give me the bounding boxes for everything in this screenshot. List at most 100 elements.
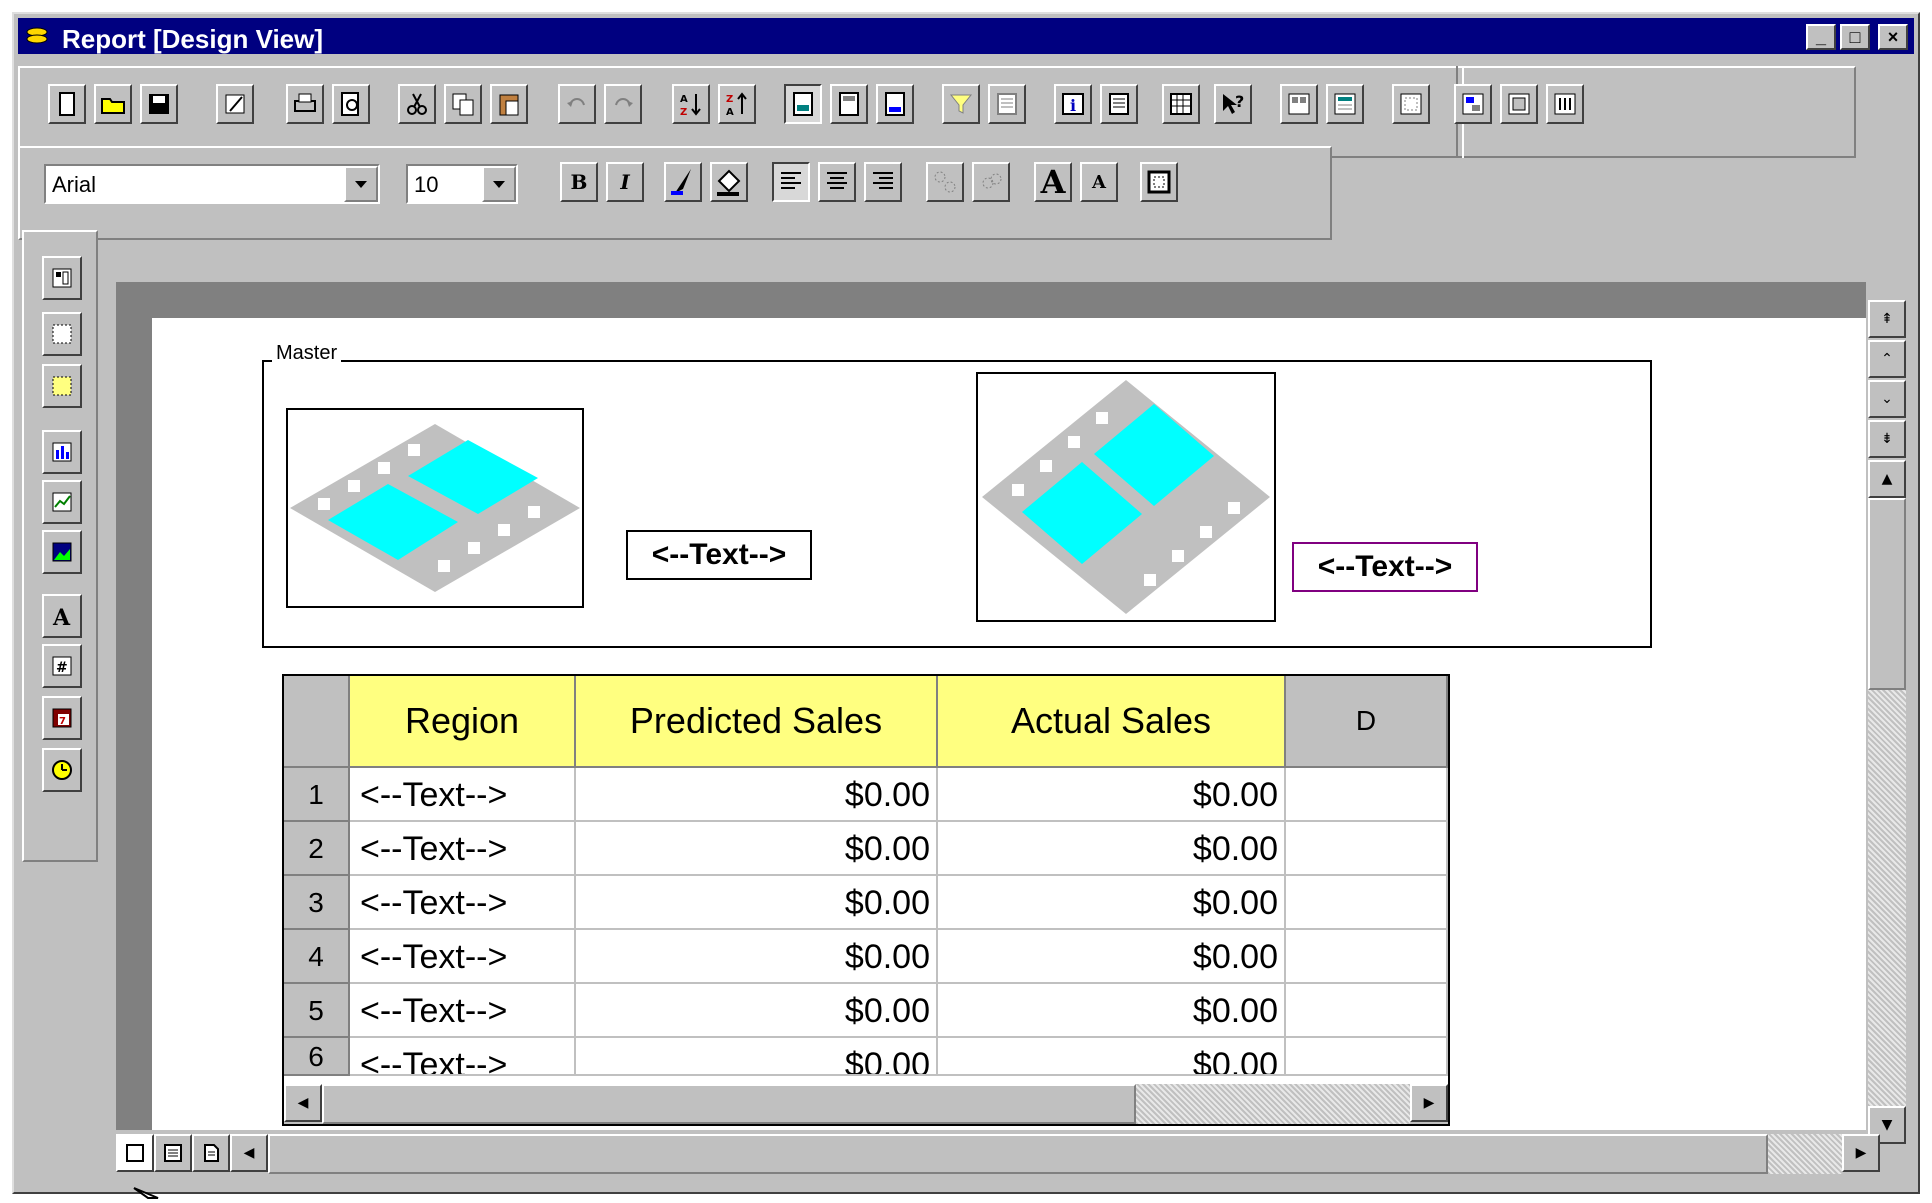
column-header-region[interactable]: Region xyxy=(350,676,576,768)
cell-predicted[interactable]: $0.00 xyxy=(576,1038,938,1076)
scroll-next-page-button[interactable]: ⌄ xyxy=(1868,380,1906,418)
font-name-combo[interactable]: Arial xyxy=(44,164,380,204)
layout-2-button[interactable] xyxy=(1326,84,1364,124)
cell-region[interactable]: <--Text--> xyxy=(350,984,576,1038)
spacing-decrease-button[interactable] xyxy=(972,162,1010,202)
field-list-button[interactable] xyxy=(988,84,1026,124)
cell-actual[interactable]: $0.00 xyxy=(938,768,1286,822)
scroll-left-button[interactable]: ◀ xyxy=(230,1134,268,1172)
text-field-2-selected[interactable]: <--Text--> xyxy=(1292,542,1478,592)
scroll-right-button[interactable]: ▶ xyxy=(1842,1134,1880,1172)
column-header-d[interactable]: D xyxy=(1286,676,1448,768)
layout-3-button[interactable] xyxy=(1392,84,1430,124)
layout-5-button[interactable] xyxy=(1500,84,1538,124)
page-header-button[interactable] xyxy=(830,84,868,124)
print-preview-button[interactable] xyxy=(332,84,370,124)
chevron-down-icon[interactable] xyxy=(482,166,516,202)
cell-d[interactable] xyxy=(1286,1038,1448,1076)
cell-d[interactable] xyxy=(1286,768,1448,822)
scroll-left-button[interactable]: ◀ xyxy=(284,1084,322,1122)
grid-scroll-track[interactable] xyxy=(1136,1084,1410,1124)
filter-button[interactable] xyxy=(942,84,980,124)
grid-hscrollbar[interactable]: ◀ ▶ xyxy=(284,1084,1448,1124)
scroll-right-button[interactable]: ▶ xyxy=(1410,1084,1448,1122)
design-view-button[interactable] xyxy=(116,1134,154,1172)
column-header-actual-sales[interactable]: Actual Sales xyxy=(938,676,1286,768)
picture-tool-button[interactable] xyxy=(42,530,82,574)
font-size-combo[interactable]: 10 xyxy=(406,164,518,204)
page-footer-button[interactable] xyxy=(876,84,914,124)
cell-predicted[interactable]: $0.00 xyxy=(576,768,938,822)
cell-d[interactable] xyxy=(1286,822,1448,876)
align-center-button[interactable] xyxy=(818,162,856,202)
layout-4-button[interactable] xyxy=(1454,84,1492,124)
cell-actual[interactable]: $0.00 xyxy=(938,930,1286,984)
row-header[interactable]: 6 xyxy=(284,1038,350,1076)
cell-actual[interactable]: $0.00 xyxy=(938,984,1286,1038)
help-button[interactable]: ? xyxy=(1214,84,1252,124)
cell-d[interactable] xyxy=(1286,876,1448,930)
redo-button[interactable] xyxy=(604,84,642,124)
horizontal-scroll-track[interactable] xyxy=(1768,1134,1842,1174)
maximize-button[interactable]: □ xyxy=(1840,24,1870,50)
layout-1-button[interactable] xyxy=(1280,84,1318,124)
chevron-down-icon[interactable] xyxy=(344,166,378,202)
align-left-button[interactable] xyxy=(772,162,810,202)
row-header[interactable]: 1 xyxy=(284,768,350,822)
close-button[interactable]: × xyxy=(1878,24,1908,50)
cell-predicted[interactable]: $0.00 xyxy=(576,822,938,876)
row-header[interactable]: 3 xyxy=(284,876,350,930)
cell-predicted[interactable]: $0.00 xyxy=(576,876,938,930)
font-color-button[interactable] xyxy=(664,162,702,202)
cell-region[interactable]: <--Text--> xyxy=(350,822,576,876)
line-chart-tool-button[interactable] xyxy=(42,480,82,524)
open-button[interactable] xyxy=(94,84,132,124)
cell-actual[interactable]: $0.00 xyxy=(938,1038,1286,1076)
bold-button[interactable]: B xyxy=(560,162,598,202)
print-button[interactable] xyxy=(286,84,324,124)
scroll-up-button[interactable]: ▲ xyxy=(1868,460,1906,498)
shrink-font-button[interactable]: A xyxy=(1080,162,1118,202)
row-header[interactable]: 2 xyxy=(284,822,350,876)
cell-region[interactable]: <--Text--> xyxy=(350,876,576,930)
date-field-tool-button[interactable]: 7 xyxy=(42,696,82,740)
vertical-scrollbar[interactable]: ⇞ ⌃ ⌄ ⇟ ▲ ▼ xyxy=(1866,280,1906,1146)
row-header[interactable]: 5 xyxy=(284,984,350,1038)
number-field-tool-button[interactable]: # xyxy=(42,644,82,688)
bottom-scrollbar[interactable]: ◀ ▶ xyxy=(116,1134,1880,1174)
grow-font-button[interactable]: A xyxy=(1034,162,1072,202)
title-bar[interactable]: Report [Design View] _ □ × xyxy=(18,18,1914,54)
copy-button[interactable] xyxy=(444,84,482,124)
text-tool-button[interactable]: A xyxy=(42,594,82,638)
undo-button[interactable] xyxy=(558,84,596,124)
wizard-button[interactable] xyxy=(216,84,254,124)
report-header-button[interactable] xyxy=(784,84,822,124)
bar-chart-tool-button[interactable] xyxy=(42,430,82,474)
grid-button[interactable] xyxy=(1162,84,1200,124)
cell-actual[interactable]: $0.00 xyxy=(938,822,1286,876)
object-list-button[interactable] xyxy=(1100,84,1138,124)
group-tool-button[interactable] xyxy=(42,364,82,408)
sort-ascending-button[interactable]: AZ xyxy=(672,84,710,124)
minimize-button[interactable]: _ xyxy=(1806,24,1836,50)
sales-grid[interactable]: Region Predicted Sales Actual Sales D 1 <… xyxy=(282,674,1450,1126)
align-right-button[interactable] xyxy=(864,162,902,202)
cell-actual[interactable]: $0.00 xyxy=(938,876,1286,930)
section-tool-button[interactable] xyxy=(42,256,82,300)
cell-region[interactable]: <--Text--> xyxy=(350,768,576,822)
properties-button[interactable]: i xyxy=(1054,84,1092,124)
border-button[interactable] xyxy=(1140,162,1178,202)
cell-predicted[interactable]: $0.00 xyxy=(576,984,938,1038)
preview-view-button[interactable] xyxy=(192,1134,230,1172)
save-button[interactable] xyxy=(140,84,178,124)
paste-button[interactable] xyxy=(490,84,528,124)
picture-field-1[interactable] xyxy=(286,408,584,608)
scroll-prev-page-button[interactable]: ⌃ xyxy=(1868,340,1906,378)
layout-6-button[interactable] xyxy=(1546,84,1584,124)
list-view-button[interactable] xyxy=(154,1134,192,1172)
text-field-1[interactable]: <--Text--> xyxy=(626,530,812,580)
column-header-predicted-sales[interactable]: Predicted Sales xyxy=(576,676,938,768)
italic-button[interactable]: I xyxy=(606,162,644,202)
clock-field-tool-button[interactable] xyxy=(42,748,82,792)
fill-color-button[interactable] xyxy=(710,162,748,202)
